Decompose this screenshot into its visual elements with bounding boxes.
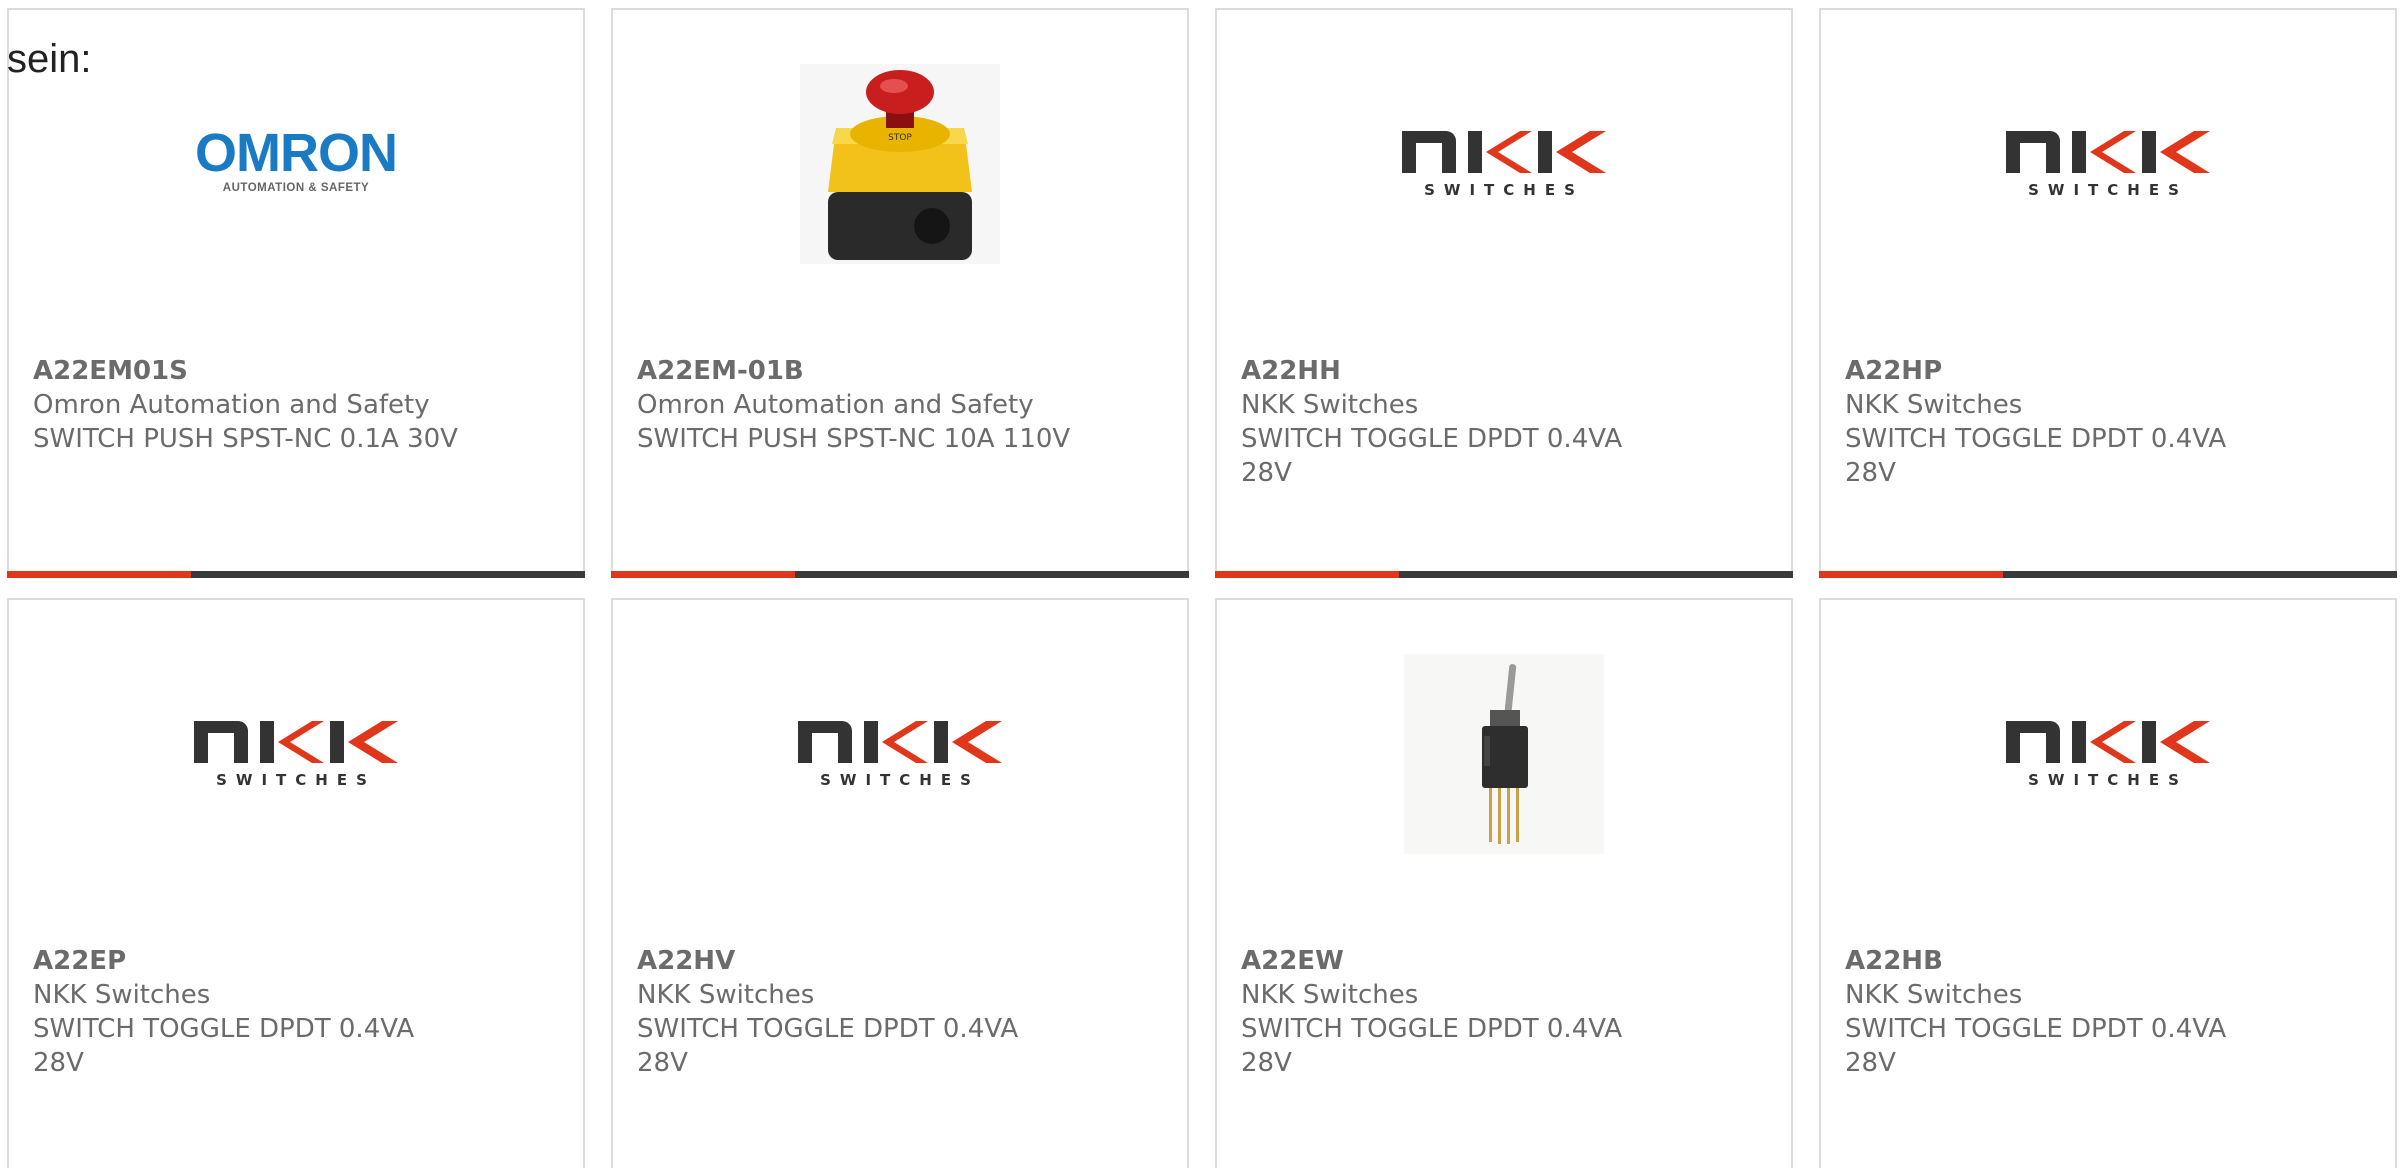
- svg-text:SWITCHES: SWITCHES: [1424, 181, 1584, 199]
- manufacturer: NKK Switches: [1845, 390, 2023, 420]
- svg-text:SWITCHES: SWITCHES: [216, 771, 376, 789]
- product-card[interactable]: SWITCHES A22EP NKK Switches SWITCH TOGGL…: [7, 598, 585, 1168]
- part-number-link[interactable]: A22HB: [1845, 944, 2371, 978]
- product-image[interactable]: [1217, 654, 1791, 854]
- description: SWITCH TOGGLE DPDT 0.4VA 28V: [1845, 1014, 2227, 1078]
- nkk-logo: SWITCHES: [798, 721, 1002, 789]
- part-number-link[interactable]: A22EM-01B: [637, 354, 1163, 388]
- part-number-link[interactable]: A22HP: [1845, 354, 2371, 388]
- part-number-link[interactable]: A22EW: [1241, 944, 1767, 978]
- product-card[interactable]: OMRON AUTOMATION & SAFETY A22EM01S Omron…: [7, 8, 585, 578]
- manufacturer: Omron Automation and Safety: [637, 390, 1034, 420]
- card-bottom-bar: [1819, 571, 2397, 578]
- svg-text:SWITCHES: SWITCHES: [2028, 771, 2188, 789]
- part-number-link[interactable]: A22HV: [637, 944, 1163, 978]
- part-number-link[interactable]: A22HH: [1241, 354, 1767, 388]
- description: SWITCH PUSH SPST-NC 10A 110V: [637, 424, 1071, 454]
- card-bottom-bar: [1215, 571, 1793, 578]
- description: SWITCH TOGGLE DPDT 0.4VA 28V: [1845, 424, 2227, 488]
- card-accent-bar: [7, 571, 191, 578]
- product-image[interactable]: SWITCHES: [613, 654, 1187, 854]
- product-image[interactable]: SWITCHES: [1821, 654, 2395, 854]
- description: SWITCH TOGGLE DPDT 0.4VA 28V: [637, 1014, 1019, 1078]
- manufacturer: Omron Automation and Safety: [33, 390, 430, 420]
- product-image[interactable]: SWITCHES: [9, 654, 583, 854]
- product-image[interactable]: OMRON AUTOMATION & SAFETY: [9, 64, 583, 264]
- intro-text: sein:: [7, 37, 92, 81]
- nkk-logo: SWITCHES: [1402, 131, 1606, 199]
- manufacturer: NKK Switches: [1241, 980, 1419, 1010]
- svg-text:SWITCHES: SWITCHES: [2028, 181, 2188, 199]
- part-number-link[interactable]: A22EM01S: [33, 354, 559, 388]
- nkk-logo: SWITCHES: [2006, 131, 2210, 199]
- part-number-link[interactable]: A22EP: [33, 944, 559, 978]
- description: SWITCH TOGGLE DPDT 0.4VA 28V: [1241, 1014, 1623, 1078]
- card-accent-bar: [1215, 571, 1399, 578]
- emergency-stop-button-photo: STOP: [800, 64, 1000, 264]
- svg-text:OMRON: OMRON: [195, 127, 397, 183]
- description: SWITCH TOGGLE DPDT 0.4VA 28V: [1241, 424, 1623, 488]
- nkk-logo: SWITCHES: [194, 721, 398, 789]
- description: SWITCH TOGGLE DPDT 0.4VA 28V: [33, 1014, 415, 1078]
- card-bottom-bar: [611, 571, 1189, 578]
- svg-text:SWITCHES: SWITCHES: [820, 771, 980, 789]
- product-card[interactable]: SWITCHES A22HH NKK Switches SWITCH TOGGL…: [1215, 8, 1793, 578]
- card-accent-bar: [611, 571, 795, 578]
- toggle-switch-photo: [1404, 654, 1604, 854]
- svg-text:AUTOMATION & SAFETY: AUTOMATION & SAFETY: [223, 182, 369, 194]
- product-image[interactable]: STOP: [613, 64, 1187, 264]
- product-card[interactable]: SWITCHES A22HP NKK Switches SWITCH TOGGL…: [1819, 8, 2397, 578]
- product-card[interactable]: SWITCHES A22HV NKK Switches SWITCH TOGGL…: [611, 598, 1189, 1168]
- product-image[interactable]: SWITCHES: [1821, 64, 2395, 264]
- nkk-logo: SWITCHES: [2006, 721, 2210, 789]
- manufacturer: NKK Switches: [1241, 390, 1419, 420]
- product-grid: OMRON AUTOMATION & SAFETY A22EM01S Omron…: [0, 0, 2400, 1168]
- description: SWITCH PUSH SPST-NC 0.1A 30V: [33, 424, 458, 454]
- product-card[interactable]: A22EW NKK Switches SWITCH TOGGLE DPDT 0.…: [1215, 598, 1793, 1168]
- card-accent-bar: [1819, 571, 2003, 578]
- product-card[interactable]: STOP A22EM-01B Omron Automation and Safe…: [611, 8, 1189, 578]
- manufacturer: NKK Switches: [637, 980, 815, 1010]
- omron-logo: OMRON AUTOMATION & SAFETY: [191, 123, 401, 201]
- product-card[interactable]: SWITCHES A22HB NKK Switches SWITCH TOGGL…: [1819, 598, 2397, 1168]
- manufacturer: NKK Switches: [33, 980, 211, 1010]
- svg-text:STOP: STOP: [888, 133, 912, 143]
- product-image[interactable]: SWITCHES: [1217, 64, 1791, 264]
- card-bottom-bar: [7, 571, 585, 578]
- manufacturer: NKK Switches: [1845, 980, 2023, 1010]
